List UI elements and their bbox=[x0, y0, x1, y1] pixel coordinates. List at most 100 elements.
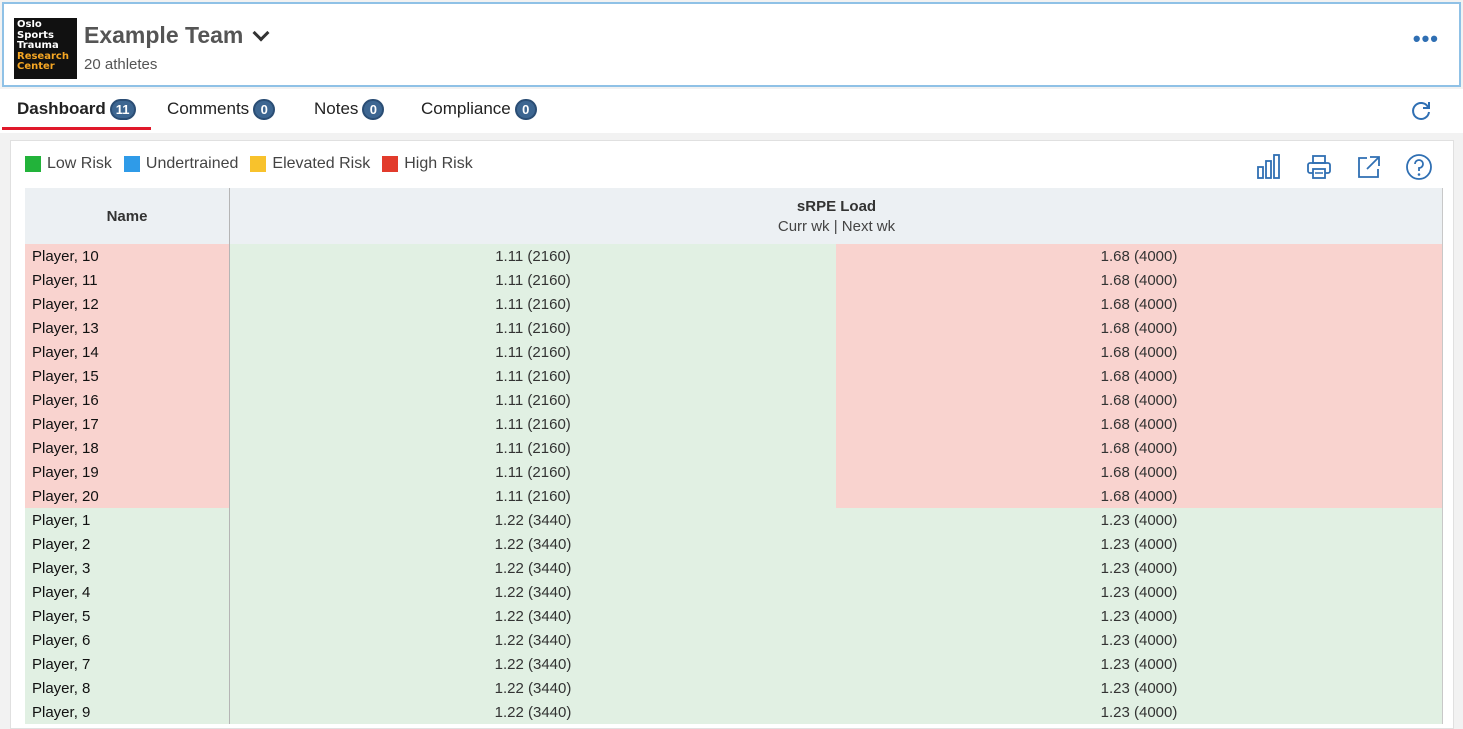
table-row[interactable]: Player, 12 1.11 (2160) 1.68 (4000) bbox=[25, 292, 1443, 316]
next-week-cell: 1.23 (4000) bbox=[836, 676, 1442, 700]
table-row[interactable]: Player, 1 1.22 (3440) 1.23 (4000) bbox=[25, 508, 1443, 532]
player-name-cell: Player, 2 bbox=[25, 532, 230, 556]
legend-item-high-risk: High Risk bbox=[382, 155, 473, 173]
legend-label: High Risk bbox=[404, 155, 473, 172]
player-name-cell: Player, 6 bbox=[25, 628, 230, 652]
table-row[interactable]: Player, 18 1.11 (2160) 1.68 (4000) bbox=[25, 436, 1443, 460]
table-row[interactable]: Player, 7 1.22 (3440) 1.23 (4000) bbox=[25, 652, 1443, 676]
next-week-cell: 1.68 (4000) bbox=[836, 388, 1442, 412]
curr-week-cell: 1.22 (3440) bbox=[230, 604, 836, 628]
legend-item-undertrained: Undertrained bbox=[123, 155, 239, 173]
table-row[interactable]: Player, 5 1.22 (3440) 1.23 (4000) bbox=[25, 604, 1443, 628]
curr-week-cell: 1.11 (2160) bbox=[230, 316, 836, 340]
player-name-cell: Player, 7 bbox=[25, 652, 230, 676]
table-row[interactable]: Player, 2 1.22 (3440) 1.23 (4000) bbox=[25, 532, 1443, 556]
table-row[interactable]: Player, 9 1.22 (3440) 1.23 (4000) bbox=[25, 700, 1443, 724]
tab-label: Notes bbox=[314, 99, 359, 118]
column-subtitle: Curr wk | Next wk bbox=[777, 217, 896, 235]
team-header: Oslo Sports Trauma Research Center Examp… bbox=[2, 2, 1461, 87]
player-name-cell: Player, 12 bbox=[25, 292, 230, 316]
curr-week-cell: 1.11 (2160) bbox=[230, 340, 836, 364]
athlete-count: 20 athletes bbox=[84, 56, 158, 73]
bar-chart-icon[interactable] bbox=[1255, 153, 1283, 181]
next-week-cell: 1.23 (4000) bbox=[836, 604, 1442, 628]
tab-bar: Dashboard 11 Comments 0 Notes 0 Complian… bbox=[0, 89, 1463, 133]
next-week-cell: 1.23 (4000) bbox=[836, 628, 1442, 652]
curr-week-cell: 1.11 (2160) bbox=[230, 268, 836, 292]
next-week-cell: 1.68 (4000) bbox=[836, 460, 1442, 484]
curr-week-cell: 1.22 (3440) bbox=[230, 700, 836, 724]
player-name-cell: Player, 8 bbox=[25, 676, 230, 700]
tab-label: Dashboard bbox=[17, 99, 106, 118]
legend-swatch bbox=[250, 156, 267, 172]
table-row[interactable]: Player, 17 1.11 (2160) 1.68 (4000) bbox=[25, 412, 1443, 436]
tab-label: Comments bbox=[167, 99, 250, 118]
table-border bbox=[1442, 188, 1443, 724]
more-options-icon[interactable]: ••• bbox=[1413, 26, 1439, 52]
count-badge: 11 bbox=[109, 98, 136, 120]
curr-week-cell: 1.22 (3440) bbox=[230, 532, 836, 556]
help-icon[interactable] bbox=[1405, 153, 1433, 181]
player-name-cell: Player, 10 bbox=[25, 244, 230, 268]
next-week-cell: 1.23 (4000) bbox=[836, 508, 1442, 532]
tab-compliance[interactable]: Compliance 0 bbox=[421, 97, 537, 121]
print-icon[interactable] bbox=[1305, 153, 1333, 181]
next-week-cell: 1.68 (4000) bbox=[836, 436, 1442, 460]
srpe-load-table: Name sRPE Load Curr wk | Next wk Player,… bbox=[25, 188, 1443, 724]
legend-label: Undertrained bbox=[145, 155, 239, 172]
table-row[interactable]: Player, 11 1.11 (2160) 1.68 (4000) bbox=[25, 268, 1443, 292]
curr-week-cell: 1.22 (3440) bbox=[230, 580, 836, 604]
table-row[interactable]: Player, 13 1.11 (2160) 1.68 (4000) bbox=[25, 316, 1443, 340]
dashboard-panel: Low Risk Undertrained Elevated Risk High… bbox=[10, 140, 1454, 729]
tab-dashboard[interactable]: Dashboard 11 bbox=[17, 97, 136, 121]
column-header-name[interactable]: Name bbox=[25, 188, 230, 244]
tab-label: Compliance bbox=[421, 99, 511, 118]
table-row[interactable]: Player, 19 1.11 (2160) 1.68 (4000) bbox=[25, 460, 1443, 484]
table-header: Name sRPE Load Curr wk | Next wk bbox=[25, 188, 1443, 244]
next-week-cell: 1.23 (4000) bbox=[836, 580, 1442, 604]
curr-week-cell: 1.22 (3440) bbox=[230, 508, 836, 532]
table-row[interactable]: Player, 10 1.11 (2160) 1.68 (4000) bbox=[25, 244, 1443, 268]
curr-week-cell: 1.11 (2160) bbox=[230, 388, 836, 412]
team-name: Example Team bbox=[84, 22, 244, 48]
tab-comments[interactable]: Comments 0 bbox=[167, 97, 276, 121]
legend-item-low-risk: Low Risk bbox=[25, 155, 112, 173]
player-name-cell: Player, 16 bbox=[25, 388, 230, 412]
logo-line: Sports bbox=[17, 30, 54, 41]
table-row[interactable]: Player, 6 1.22 (3440) 1.23 (4000) bbox=[25, 628, 1443, 652]
logo-line: Center bbox=[17, 62, 55, 72]
risk-legend: Low Risk Undertrained Elevated Risk High… bbox=[25, 155, 477, 173]
table-row[interactable]: Player, 16 1.11 (2160) 1.68 (4000) bbox=[25, 388, 1443, 412]
column-title: sRPE Load bbox=[796, 197, 877, 215]
player-name-cell: Player, 9 bbox=[25, 700, 230, 724]
player-name-cell: Player, 17 bbox=[25, 412, 230, 436]
player-name-cell: Player, 14 bbox=[25, 340, 230, 364]
curr-week-cell: 1.11 (2160) bbox=[230, 292, 836, 316]
player-name-cell: Player, 19 bbox=[25, 460, 230, 484]
logo-line: Research bbox=[17, 51, 69, 62]
table-row[interactable]: Player, 15 1.11 (2160) 1.68 (4000) bbox=[25, 364, 1443, 388]
table-row[interactable]: Player, 14 1.11 (2160) 1.68 (4000) bbox=[25, 340, 1443, 364]
next-week-cell: 1.68 (4000) bbox=[836, 412, 1442, 436]
refresh-icon[interactable] bbox=[1409, 99, 1433, 123]
ostrc-logo: Oslo Sports Trauma Research Center bbox=[14, 18, 77, 79]
export-icon[interactable] bbox=[1355, 153, 1383, 181]
count-badge: 0 bbox=[514, 98, 537, 120]
table-row[interactable]: Player, 20 1.11 (2160) 1.68 (4000) bbox=[25, 484, 1443, 508]
column-header-srpe-load[interactable]: sRPE Load Curr wk | Next wk bbox=[230, 188, 1443, 244]
next-week-cell: 1.23 (4000) bbox=[836, 700, 1442, 724]
player-name-cell: Player, 18 bbox=[25, 436, 230, 460]
table-row[interactable]: Player, 8 1.22 (3440) 1.23 (4000) bbox=[25, 676, 1443, 700]
next-week-cell: 1.68 (4000) bbox=[836, 268, 1442, 292]
panel-toolbar bbox=[1255, 153, 1433, 181]
table-row[interactable]: Player, 3 1.22 (3440) 1.23 (4000) bbox=[25, 556, 1443, 580]
team-selector[interactable]: Example Team bbox=[84, 22, 270, 49]
next-week-cell: 1.68 (4000) bbox=[836, 316, 1442, 340]
table-row[interactable]: Player, 4 1.22 (3440) 1.23 (4000) bbox=[25, 580, 1443, 604]
legend-swatch bbox=[123, 156, 140, 172]
player-name-cell: Player, 11 bbox=[25, 268, 230, 292]
player-name-cell: Player, 5 bbox=[25, 604, 230, 628]
count-badge: 0 bbox=[362, 98, 385, 120]
tab-notes[interactable]: Notes 0 bbox=[314, 97, 385, 121]
next-week-cell: 1.23 (4000) bbox=[836, 556, 1442, 580]
